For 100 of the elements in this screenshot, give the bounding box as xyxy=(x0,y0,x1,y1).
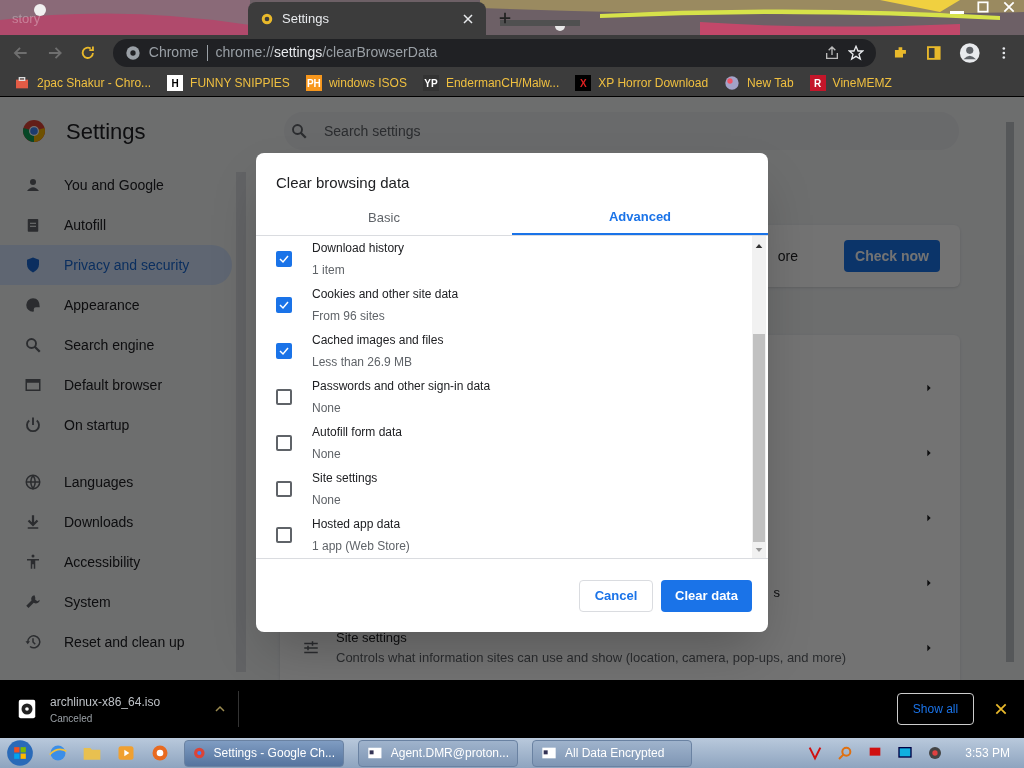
check-now-button[interactable]: Check now xyxy=(844,240,940,272)
page-title: Settings xyxy=(66,117,146,146)
dialog-tab[interactable]: Advanced xyxy=(512,201,768,235)
site-label: Chrome xyxy=(148,43,199,62)
check-icon xyxy=(278,253,290,265)
option-label: Hosted app data xyxy=(312,516,402,533)
browser-tab[interactable]: Settings xyxy=(248,2,486,35)
maximize-icon xyxy=(976,0,990,14)
cancel-button[interactable]: Cancel xyxy=(579,579,653,612)
globe-icon xyxy=(724,75,741,91)
url-text: chrome://settings/clearBrowserData xyxy=(215,43,439,62)
checkbox[interactable] xyxy=(276,527,292,543)
accessibility-icon xyxy=(24,553,42,571)
download-item[interactable]: archlinux-x86_64.iso Canceled xyxy=(16,692,226,726)
globe-icon xyxy=(24,473,42,491)
minimize-icon xyxy=(950,11,964,14)
star-icon xyxy=(847,44,864,61)
shield-icon xyxy=(24,256,42,274)
option-label: Passwords and other sign-in data xyxy=(312,378,491,395)
bookmark[interactable]: YP EndermanCH/Malw... xyxy=(422,74,560,92)
disc-file-icon xyxy=(16,698,38,720)
tray-v-icon xyxy=(807,745,824,761)
chrome-logo-icon xyxy=(22,119,46,143)
close-icon xyxy=(994,702,1008,716)
media-player-icon xyxy=(116,743,136,763)
option-detail: 1 item xyxy=(312,262,346,279)
down-arrow-icon xyxy=(755,546,763,554)
bookmark-icon: X xyxy=(575,75,592,91)
bookmark-icon: YP xyxy=(422,75,439,91)
bookmark[interactable]: R VineMEMZ xyxy=(809,74,892,92)
option-label: Autofill form data xyxy=(312,424,403,441)
sidebar-item[interactable]: Appearance xyxy=(0,285,232,325)
sidebar-icon xyxy=(925,43,943,62)
sidebar-item[interactable]: On startup xyxy=(0,405,232,445)
power-icon xyxy=(24,416,42,434)
option-detail: 1 app (Web Store) xyxy=(312,538,410,555)
bookmark[interactable]: PH windows ISOS xyxy=(305,74,407,92)
sidebar-item[interactable]: Default browser xyxy=(0,365,232,405)
history-icon xyxy=(24,633,42,651)
bookmark[interactable]: 2pac Shakur - Chro... xyxy=(14,74,152,92)
option-detail: Less than 26.9 MB xyxy=(312,354,414,371)
file-name: archlinux-x86_64.iso xyxy=(50,693,162,711)
checkbox[interactable] xyxy=(276,251,292,267)
sidebar-item[interactable]: Languages xyxy=(0,462,232,502)
checkbox[interactable] xyxy=(276,297,292,313)
avatar-icon xyxy=(958,41,981,64)
download-status: Canceled xyxy=(50,711,94,726)
checkbox[interactable] xyxy=(276,389,292,405)
dialog-tab[interactable]: Basic xyxy=(256,201,512,235)
row-title: Site settings xyxy=(336,629,408,647)
checkbox[interactable] xyxy=(276,343,292,359)
speaker-icon xyxy=(927,745,944,761)
monitor-icon xyxy=(897,745,914,761)
option-label: Cookies and other site data xyxy=(312,286,459,303)
sidebar-item[interactable]: Downloads xyxy=(0,502,232,542)
window-icon xyxy=(541,745,557,761)
bookmark[interactable]: X XP Horror Download xyxy=(575,74,709,92)
checkbox[interactable] xyxy=(276,481,292,497)
sidebar-item[interactable]: Reset and clean up xyxy=(0,622,232,662)
option-label: Cached images and files xyxy=(312,332,444,349)
bookmark-icon: R xyxy=(809,75,826,91)
row-description: Controls what information sites can use and show (location, camera, pop-ups, and more) xyxy=(336,648,848,667)
taskbar-button[interactable]: Agent.DMR@proton... xyxy=(358,739,518,767)
bookmark[interactable]: H FUNNY SNIPPIES xyxy=(167,74,290,92)
show-all-button[interactable]: Show all xyxy=(897,693,974,725)
sidebar-item[interactable]: You and Google xyxy=(0,165,232,205)
up-arrow-icon xyxy=(755,242,763,250)
sidebar-item[interactable]: Search engine xyxy=(0,325,232,365)
browser-window-icon xyxy=(24,376,42,394)
check-icon xyxy=(278,345,290,357)
option-detail: None xyxy=(312,492,342,509)
globe-icon xyxy=(48,743,68,763)
bookmark-icon: PH xyxy=(305,75,322,91)
person-icon xyxy=(24,176,42,194)
clear-data-button[interactable]: Clear data xyxy=(661,579,752,612)
reload-icon xyxy=(79,43,97,62)
option-detail: None xyxy=(312,446,342,463)
plus-icon xyxy=(498,11,512,25)
taskbar-button[interactable]: All Data Encrypted xyxy=(532,739,692,767)
sidebar-item[interactable]: Autofill xyxy=(0,205,232,245)
sidebar-item[interactable]: System xyxy=(0,582,232,622)
bookmark-icon: H xyxy=(167,75,184,91)
check-icon xyxy=(278,299,290,311)
magnifier-icon xyxy=(837,745,854,761)
taskbar-button[interactable]: Settings - Google Ch... xyxy=(184,739,344,767)
briefcase-icon xyxy=(14,75,30,91)
search-field[interactable]: Search settings xyxy=(284,112,959,150)
scrollbar[interactable] xyxy=(1006,122,1014,662)
sidebar-item[interactable]: Accessibility xyxy=(0,542,232,582)
palette-icon xyxy=(24,296,42,314)
bookmark[interactable]: New Tab xyxy=(724,74,794,92)
checkbox[interactable] xyxy=(276,435,292,451)
close-icon xyxy=(1002,0,1016,14)
sidebar-item[interactable]: Privacy and security xyxy=(0,245,232,285)
search-icon xyxy=(24,336,42,354)
scrollbar[interactable] xyxy=(752,236,766,558)
window-icon xyxy=(193,745,206,761)
chrome-icon xyxy=(124,44,141,61)
start-orb-icon xyxy=(6,739,34,767)
address-bar[interactable]: Chrome chrome://settings/clearBrowserData xyxy=(112,38,876,67)
